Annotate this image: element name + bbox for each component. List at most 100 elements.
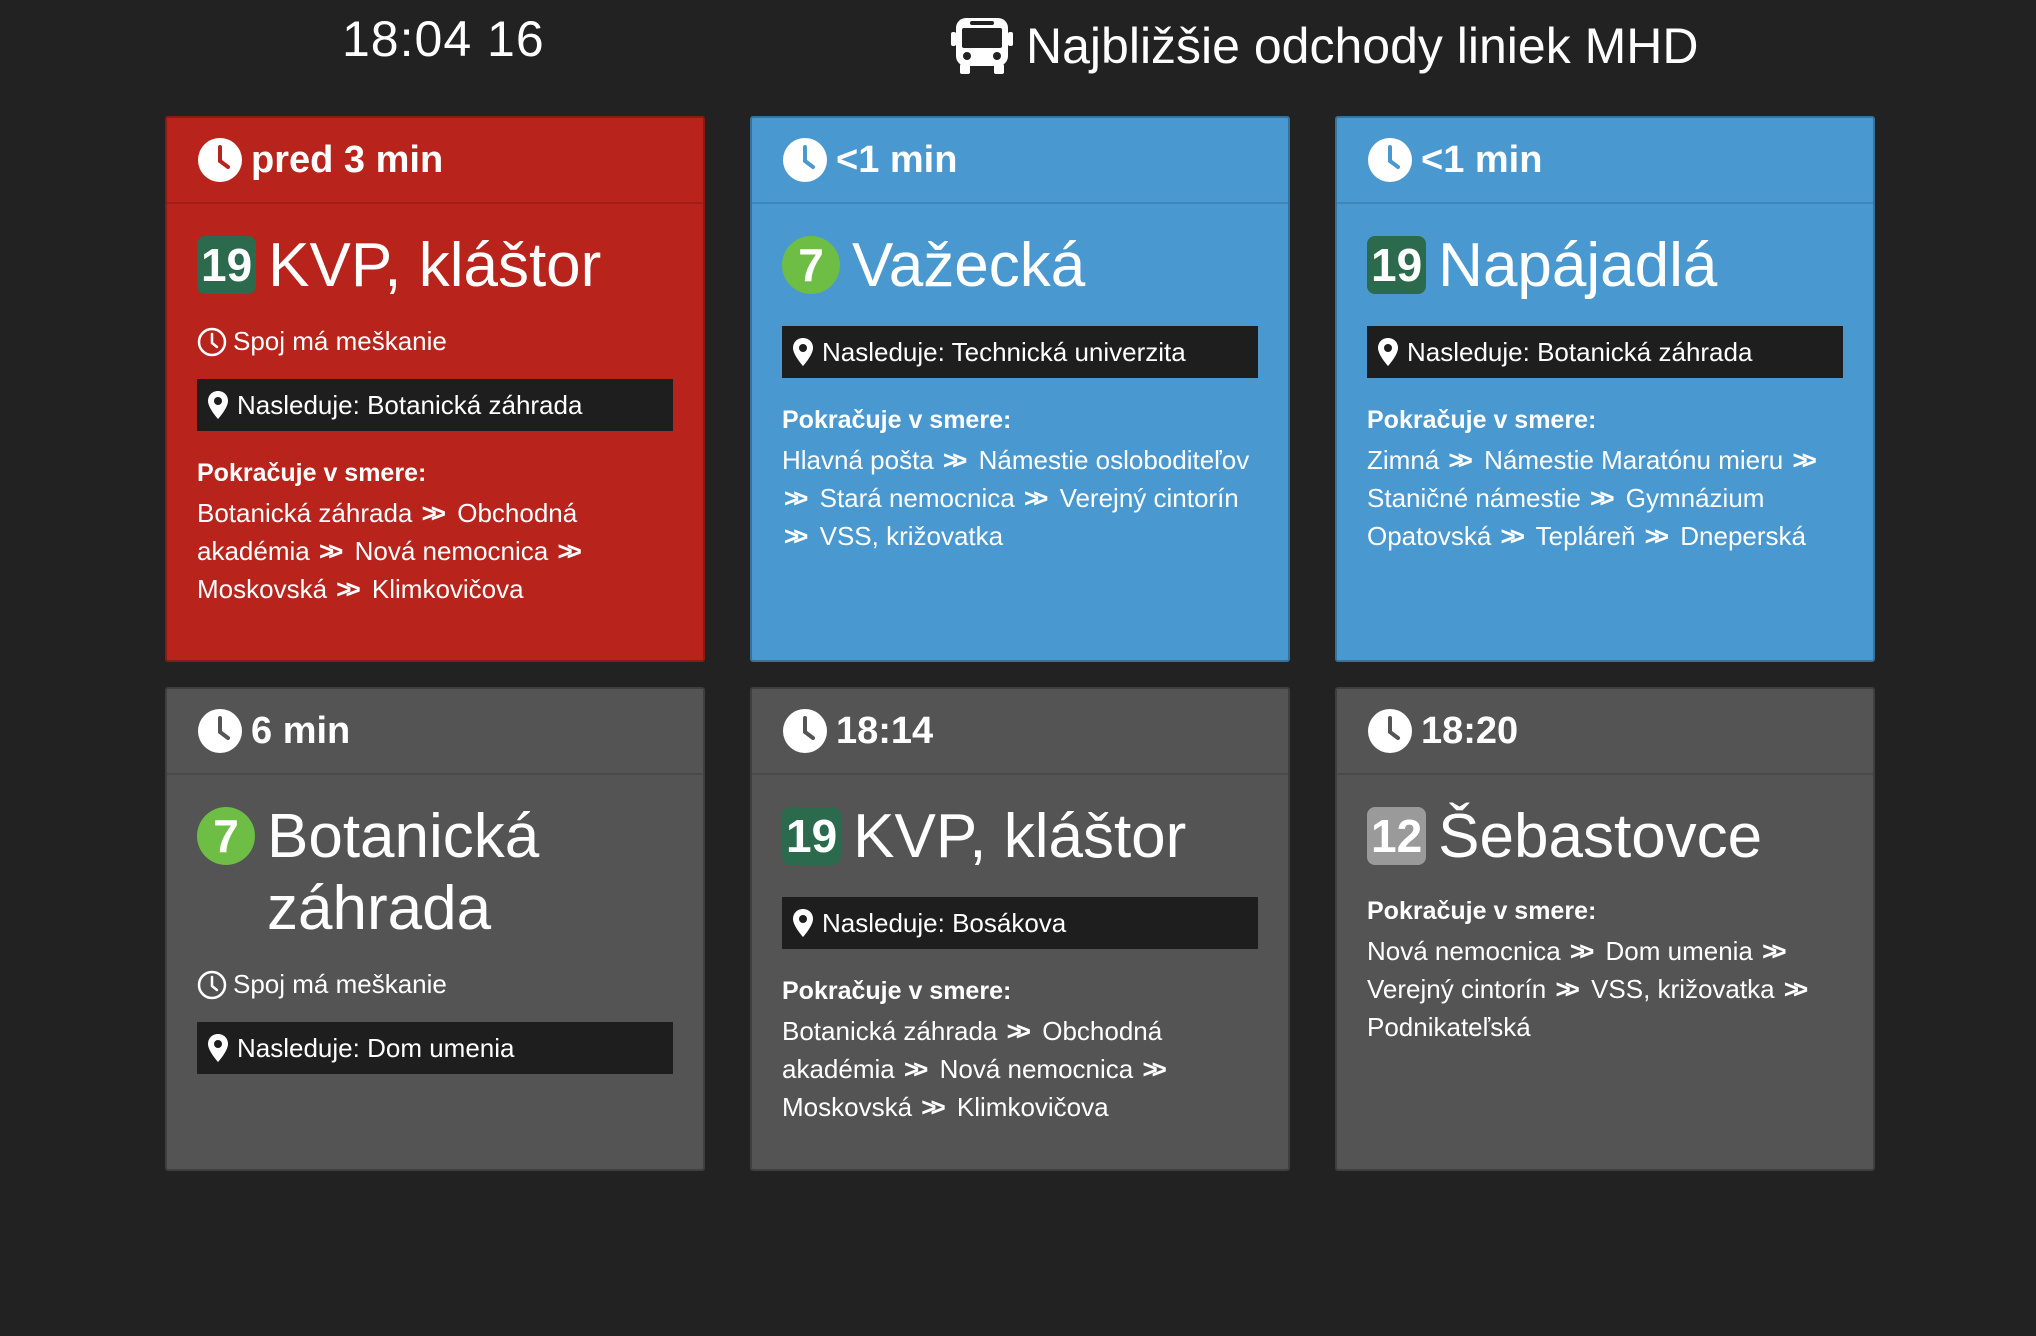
destination-row: 19 KVP, kláštor bbox=[197, 230, 673, 302]
destination-row: 12 Šebastovce bbox=[1367, 801, 1843, 873]
delay-text: Spoj má meškanie bbox=[233, 326, 447, 356]
destination: Napájadlá bbox=[1438, 231, 1718, 300]
route-stop: Klimkovičova bbox=[956, 1092, 1109, 1122]
clock-icon bbox=[198, 138, 242, 182]
location-pin-icon bbox=[793, 338, 813, 366]
double-chevron-icon: >> bbox=[318, 536, 343, 566]
departure-card: <1 min 19 Napájadlá Nasleduje: Botanická… bbox=[1335, 116, 1875, 662]
destination: KVP, kláštor bbox=[268, 231, 602, 300]
clock-outline-icon bbox=[197, 970, 227, 999]
route-stop: Botanická záhrada bbox=[782, 1016, 998, 1046]
route-stop: Dneperská bbox=[1680, 521, 1806, 551]
next-stop: Nasleduje: Dom umenia bbox=[237, 1032, 515, 1063]
destination-row: 7 Važecká bbox=[782, 230, 1258, 302]
double-chevron-icon: >> bbox=[1783, 974, 1808, 1004]
page-title: Najbližšie odchody liniek MHD bbox=[1026, 18, 1699, 74]
destination-row: 19 Napájadlá bbox=[1367, 230, 1843, 302]
line-badge: 19 bbox=[197, 236, 257, 294]
route-stops: Botanická záhrada >> Obchodná akadémia >… bbox=[782, 1012, 1258, 1126]
header-bar: 18:04 16 Najbližšie odchody liniek MHD bbox=[0, 0, 2036, 110]
double-chevron-icon: >> bbox=[943, 445, 967, 475]
double-chevron-icon: >> bbox=[1569, 936, 1594, 966]
double-chevron-icon: >> bbox=[1006, 1016, 1031, 1046]
departure-time-header: 18:14 bbox=[752, 689, 1288, 775]
next-stop-bar: Nasleduje: Botanická záhrada bbox=[197, 379, 673, 431]
location-pin-icon bbox=[793, 909, 813, 937]
continues-label: Pokračuje v smere: bbox=[1367, 406, 1597, 434]
double-chevron-icon: >> bbox=[784, 521, 808, 551]
destination-row: 7 Botanická záhrada bbox=[197, 801, 673, 945]
next-stop: Nasleduje: Bosákova bbox=[822, 907, 1067, 938]
double-chevron-icon: >> bbox=[1023, 483, 1048, 513]
destination-row: 19 KVP, kláštor bbox=[782, 801, 1258, 873]
double-chevron-icon: >> bbox=[1792, 445, 1816, 475]
route-stops: Zimná >> Námestie Maratónu mieru >> Stan… bbox=[1367, 441, 1843, 555]
double-chevron-icon: >> bbox=[1762, 936, 1786, 966]
destination: Botanická záhrada bbox=[267, 802, 540, 943]
route-stop: Zimná bbox=[1367, 445, 1440, 475]
route-stop: Námestie Maratónu mieru bbox=[1484, 445, 1784, 475]
departure-card: 18:14 19 KVP, kláštor Nasleduje: Bosákov… bbox=[750, 687, 1290, 1171]
delay-notice: Spoj má meškanie bbox=[197, 326, 673, 357]
destination: Šebastovce bbox=[1438, 802, 1763, 871]
line-badge: 19 bbox=[782, 807, 842, 865]
route-stop: VSS, križovatka bbox=[1591, 974, 1775, 1004]
line-badge: 7 bbox=[782, 236, 840, 294]
destination: Važecká bbox=[852, 231, 1086, 300]
next-stop-bar: Nasleduje: Bosákova bbox=[782, 897, 1258, 949]
next-stop: Nasleduje: Technická univerzita bbox=[822, 336, 1186, 367]
clock-icon bbox=[783, 709, 827, 753]
departure-card: <1 min 7 Važecká Nasleduje: Technická un… bbox=[750, 116, 1290, 662]
route-stop: Tepláreň bbox=[1535, 521, 1636, 551]
line-badge: 19 bbox=[1367, 236, 1427, 294]
departure-time: 18:14 bbox=[836, 709, 934, 752]
route-stop: VSS, križovatka bbox=[819, 521, 1004, 551]
double-chevron-icon: >> bbox=[1448, 445, 1472, 475]
double-chevron-icon: >> bbox=[557, 536, 581, 566]
continues-label: Pokračuje v smere: bbox=[782, 977, 1012, 1005]
clock-outline-icon bbox=[197, 327, 227, 356]
continues-label: Pokračuje v smere: bbox=[197, 459, 427, 487]
route-stop: Verejný cintorín bbox=[1059, 483, 1239, 513]
departures-grid: pred 3 min 19 KVP, kláštor Spoj má meška… bbox=[165, 116, 1875, 1171]
route-stop: Podnikateľská bbox=[1367, 1012, 1531, 1042]
double-chevron-icon: >> bbox=[1644, 521, 1669, 551]
route-stop: Staničné námestie bbox=[1367, 483, 1581, 513]
route-stop: Nová nemocnica bbox=[1367, 936, 1561, 966]
location-pin-icon bbox=[208, 391, 228, 419]
next-stop-bar: Nasleduje: Technická univerzita bbox=[782, 326, 1258, 378]
departure-time: 6 min bbox=[251, 709, 351, 752]
next-stop: Nasleduje: Botanická záhrada bbox=[1407, 336, 1753, 367]
departure-time: <1 min bbox=[836, 138, 958, 181]
next-stop-bar: Nasleduje: Botanická záhrada bbox=[1367, 326, 1843, 378]
route-stops: Hlavná pošta >> Námestie osloboditeľov >… bbox=[782, 441, 1258, 555]
departure-time: pred 3 min bbox=[251, 138, 444, 181]
double-chevron-icon: >> bbox=[1555, 974, 1579, 1004]
departure-time-header: <1 min bbox=[752, 118, 1288, 204]
departure-time: 18:20 bbox=[1421, 709, 1519, 752]
line-badge: 12 bbox=[1367, 807, 1427, 865]
route-stop: Klimkovičova bbox=[371, 574, 524, 604]
location-pin-icon bbox=[1378, 338, 1398, 366]
double-chevron-icon: >> bbox=[336, 574, 360, 604]
route-stop: Nová nemocnica bbox=[354, 536, 549, 566]
next-stop: Nasleduje: Botanická záhrada bbox=[237, 389, 583, 420]
route-stop: Moskovská bbox=[782, 1092, 913, 1122]
departure-time-header: 18:20 bbox=[1337, 689, 1873, 775]
destination: KVP, kláštor bbox=[853, 802, 1187, 871]
current-time: 18:04 16 bbox=[342, 11, 545, 67]
departure-time-header: <1 min bbox=[1337, 118, 1873, 204]
clock-icon bbox=[198, 709, 242, 753]
route-stop: Nová nemocnica bbox=[939, 1054, 1134, 1084]
delay-notice: Spoj má meškanie bbox=[197, 969, 673, 1000]
line-badge: 7 bbox=[197, 807, 255, 865]
double-chevron-icon: >> bbox=[921, 1092, 945, 1122]
departure-time: <1 min bbox=[1421, 138, 1543, 181]
route-stops: Botanická záhrada >> Obchodná akadémia >… bbox=[197, 494, 673, 608]
route-stop: Stará nemocnica bbox=[819, 483, 1015, 513]
double-chevron-icon: >> bbox=[1590, 483, 1614, 513]
clock-icon bbox=[1368, 709, 1412, 753]
departure-card: 6 min 7 Botanická záhrada Spoj má meškan… bbox=[165, 687, 705, 1171]
route-stop: Námestie osloboditeľov bbox=[978, 445, 1250, 475]
double-chevron-icon: >> bbox=[1500, 521, 1525, 551]
